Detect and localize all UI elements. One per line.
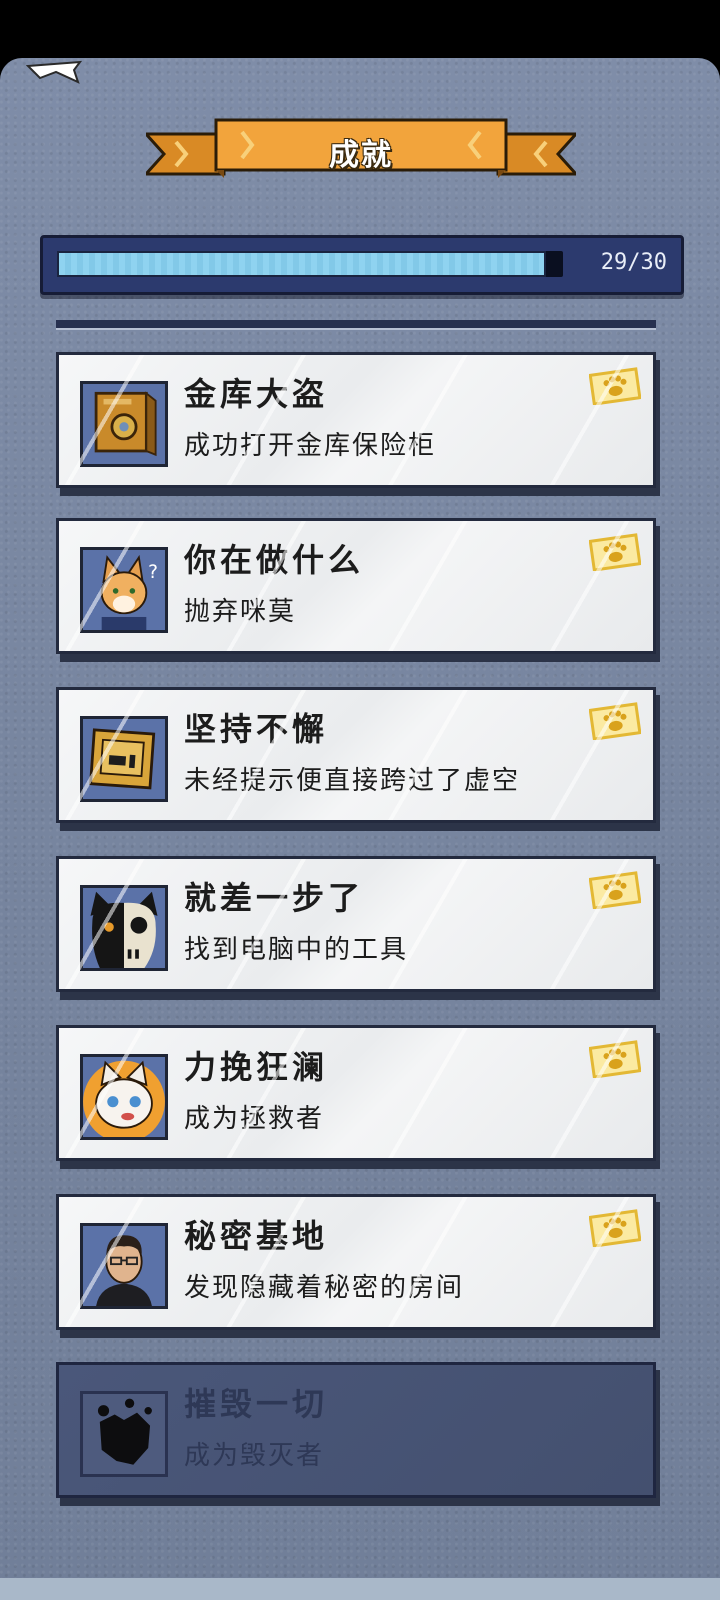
- navigation-bar: [0, 1578, 720, 1600]
- achievement-card[interactable]: 秘密基地 发现隐藏着秘密的房间: [56, 1194, 656, 1330]
- paw-badge-icon: [589, 533, 641, 571]
- page-title: 成就: [329, 138, 393, 173]
- status-bar: [0, 0, 720, 58]
- cat-officer-icon: ?: [80, 547, 168, 633]
- svg-text:?: ?: [148, 562, 158, 583]
- achievement-title: 坚持不懈: [184, 710, 329, 748]
- achievement-card-locked[interactable]: 摧毁一切 成为毁灭者: [56, 1362, 656, 1498]
- paw-badge-icon: [589, 871, 641, 909]
- achievement-description: 发现隐藏着秘密的房间: [184, 1273, 465, 1303]
- white-cat-icon: [80, 1054, 168, 1140]
- computer-screen-icon: [80, 716, 168, 802]
- achievement-card[interactable]: ? 你在做什么 抛弃咪莫: [56, 518, 656, 654]
- rock-silhouette-icon: [80, 1391, 168, 1477]
- paw-badge-icon: [589, 1040, 641, 1078]
- achievements-panel: 成就 29/30 金库大盗 成功打开金库保险柜 ? 你在做什么 抛弃咪莫 坚持不…: [0, 58, 720, 1578]
- back-button[interactable]: [25, 60, 83, 84]
- achievement-card[interactable]: 金库大盗 成功打开金库保险柜: [56, 352, 656, 488]
- back-arrow-icon: [25, 60, 83, 84]
- achievement-description: 抛弃咪莫: [184, 597, 297, 627]
- achievement-title: 秘密基地: [184, 1217, 329, 1255]
- achievement-description: 成为毁灭者: [184, 1441, 325, 1471]
- cat-skull-icon: [80, 885, 168, 971]
- progress-fill: [57, 251, 547, 277]
- achievement-description: 未经提示便直接跨过了虚空: [184, 766, 521, 796]
- paw-badge-icon: [589, 367, 641, 405]
- progress-track: [57, 251, 563, 277]
- achievement-title: 力挽狂澜: [184, 1048, 329, 1086]
- achievement-progress: 29/30: [40, 235, 684, 295]
- achievement-card[interactable]: 坚持不懈 未经提示便直接跨过了虚空: [56, 687, 656, 823]
- achievement-title: 你在做什么: [184, 541, 365, 579]
- paw-badge-icon: [589, 1209, 641, 1247]
- paw-badge-icon: [589, 702, 641, 740]
- title-banner: 成就: [142, 116, 580, 182]
- man-portrait-icon: [80, 1223, 168, 1309]
- list-divider: [56, 320, 656, 330]
- achievement-title: 金库大盗: [184, 375, 329, 413]
- progress-count: 29/30: [600, 250, 667, 275]
- achievement-description: 找到电脑中的工具: [184, 935, 409, 965]
- achievement-description: 成为拯救者: [184, 1104, 325, 1134]
- achievement-title: 摧毁一切: [184, 1385, 329, 1423]
- achievement-card[interactable]: 就差一步了 找到电脑中的工具: [56, 856, 656, 992]
- achievement-title: 就差一步了: [184, 879, 365, 917]
- achievement-description: 成功打开金库保险柜: [184, 431, 437, 461]
- safe-icon: [80, 381, 168, 467]
- achievement-card[interactable]: 力挽狂澜 成为拯救者: [56, 1025, 656, 1161]
